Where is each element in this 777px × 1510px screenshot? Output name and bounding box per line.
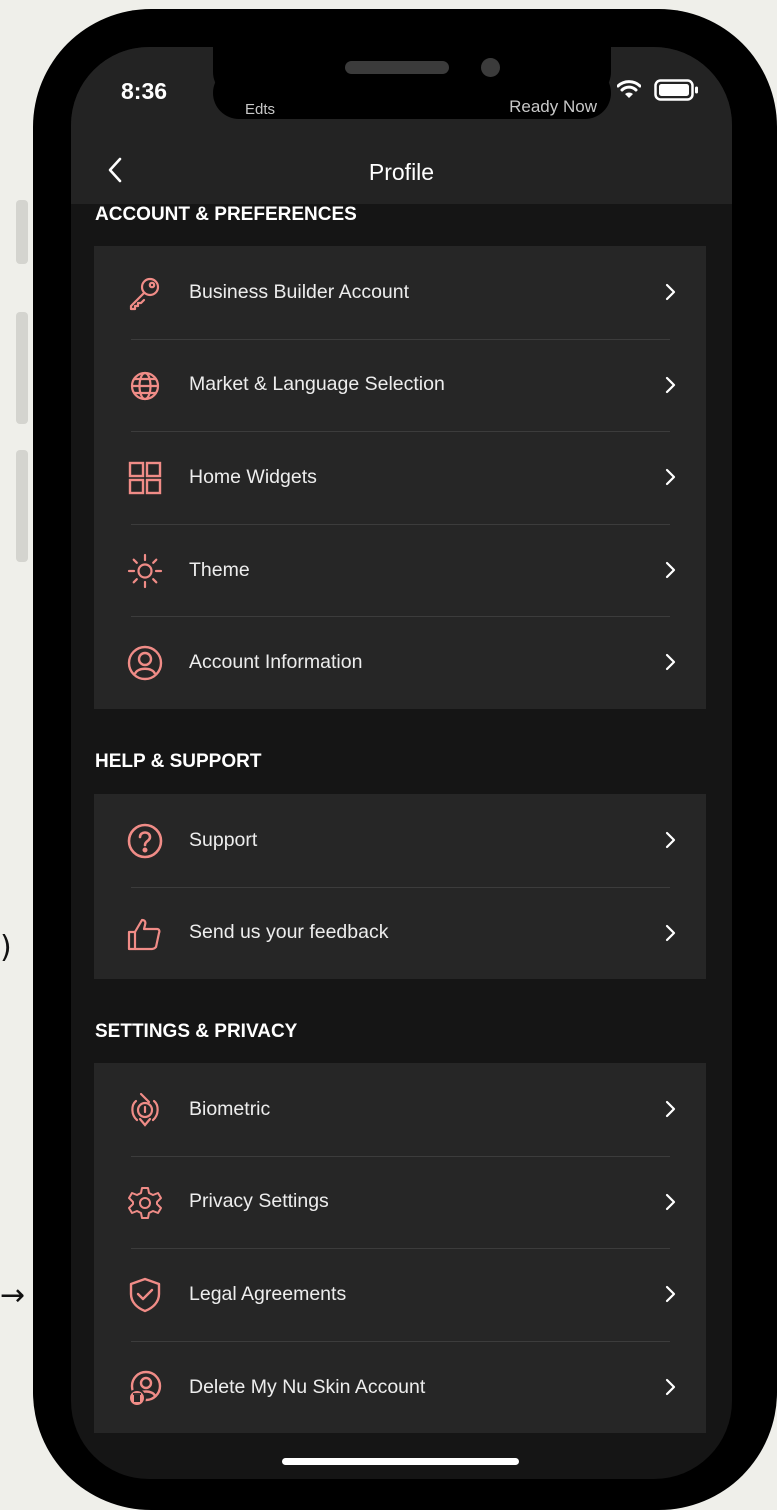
globe-icon	[126, 367, 164, 405]
row-business-builder-account[interactable]: Business Builder Account	[94, 246, 706, 339]
camera	[481, 58, 500, 77]
key-icon	[126, 274, 164, 312]
widgets-grid-icon	[126, 459, 164, 497]
partial-glyph: )	[0, 930, 12, 965]
chevron-right-icon	[665, 1100, 676, 1118]
phone-volume-up-button	[16, 312, 28, 424]
row-label: Delete My Nu Skin Account	[189, 1375, 426, 1398]
notch	[213, 47, 611, 98]
user-delete-icon	[126, 1369, 164, 1407]
chevron-right-icon	[665, 469, 676, 486]
home-indicator[interactable]	[282, 1458, 519, 1465]
row-label: Privacy Settings	[189, 1190, 329, 1213]
row-market-language-selection[interactable]: Market & Language Selection	[94, 338, 706, 432]
row-home-widgets[interactable]: Home Widgets	[94, 431, 706, 524]
chevron-right-icon	[665, 1193, 676, 1210]
row-support[interactable]: Support	[94, 794, 706, 887]
row-label: Account Information	[189, 651, 363, 674]
row-label: Home Widgets	[189, 465, 317, 488]
thumbs-up-icon	[126, 915, 164, 953]
row-label: Legal Agreements	[189, 1282, 347, 1305]
row-send-feedback[interactable]: Send us your feedback	[94, 886, 706, 980]
chevron-right-icon	[665, 654, 676, 671]
row-label: Support	[189, 828, 258, 851]
chevron-right-icon	[665, 1286, 676, 1303]
user-circle-icon	[126, 644, 164, 682]
row-legal-agreements[interactable]: Legal Agreements	[94, 1248, 706, 1341]
card-account-preferences: Business Builder Account Market & Langua…	[94, 246, 706, 709]
chevron-right-icon	[665, 376, 676, 393]
chevron-right-icon	[665, 924, 676, 941]
row-label: Send us your feedback	[189, 921, 389, 944]
row-label: Business Builder Account	[189, 280, 410, 303]
row-theme[interactable]: Theme	[94, 523, 706, 617]
battery-icon	[654, 79, 698, 101]
notch-left-text: Edts	[245, 101, 276, 118]
row-account-information[interactable]: Account Information	[94, 616, 706, 709]
chevron-right-icon	[665, 561, 676, 578]
arrow-right-icon: →	[0, 1278, 26, 1313]
shield-check-icon	[126, 1276, 164, 1314]
row-label: Biometric	[189, 1097, 271, 1120]
section-title-account-preferences: ACCOUNT & PREFERENCES	[95, 204, 357, 225]
card-help-support: Support Send us your feedback	[94, 794, 706, 979]
row-privacy-settings[interactable]: Privacy Settings	[94, 1155, 706, 1249]
chevron-right-icon	[665, 831, 676, 849]
row-delete-account[interactable]: Delete My Nu Skin Account	[94, 1340, 706, 1434]
card-settings-privacy: Biometric Privacy Settings Legal Agreeme…	[94, 1063, 706, 1433]
screen: 8:36 Edts Ready Now Profile ACCOUNT & PR…	[71, 47, 732, 1479]
wifi-icon	[617, 80, 641, 98]
row-label: Theme	[189, 558, 250, 581]
sun-icon	[126, 552, 164, 590]
status-bar: 8:36 Edts Ready Now	[71, 47, 732, 139]
notch-right-text: Ready Now	[509, 97, 597, 116]
gear-icon	[126, 1184, 164, 1222]
chevron-right-icon	[665, 1378, 676, 1395]
section-title-settings-privacy: SETTINGS & PRIVACY	[95, 1021, 298, 1042]
phone-volume-down-button	[16, 450, 28, 562]
question-circle-icon	[126, 822, 164, 860]
page-title: Profile	[368, 159, 435, 185]
status-time: 8:36	[121, 78, 168, 104]
row-label: Market & Language Selection	[189, 373, 445, 396]
phone-side-button	[16, 200, 28, 264]
chevron-right-icon	[665, 283, 676, 301]
speaker	[345, 61, 449, 74]
section-title-help-support: HELP & SUPPORT	[95, 751, 262, 772]
nav-bar: Profile	[71, 139, 732, 204]
row-biometric[interactable]: Biometric	[94, 1063, 706, 1156]
face-scan-icon	[126, 1091, 164, 1129]
